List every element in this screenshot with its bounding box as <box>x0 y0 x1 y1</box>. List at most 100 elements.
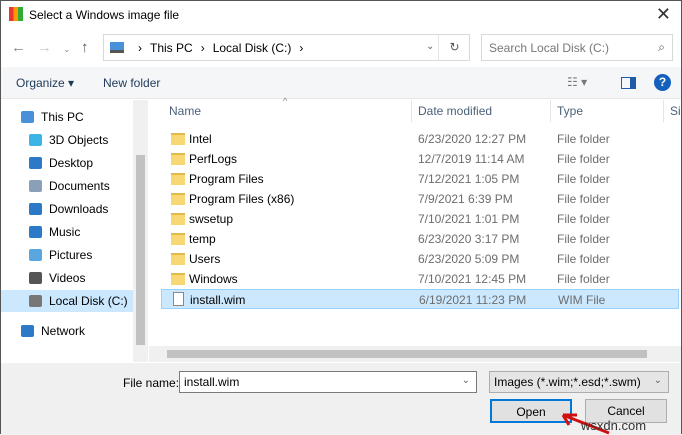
file-type: File folder <box>557 272 610 286</box>
search-input[interactable]: Search Local Disk (C:) ⌕ <box>481 34 673 61</box>
file-type: File folder <box>557 172 610 186</box>
file-type: File folder <box>557 132 610 146</box>
app-logo-icon <box>9 7 23 21</box>
file-type: File folder <box>557 252 610 266</box>
search-placeholder: Search Local Disk (C:) <box>489 41 610 55</box>
pc-icon <box>110 42 124 53</box>
file-name: Program Files <box>189 172 264 186</box>
sidebar-item[interactable]: Local Disk (C:) <box>1 290 133 312</box>
chevron-down-icon: ⌄ <box>653 375 662 386</box>
file-row[interactable]: install.wim 6/19/2021 11:23 PM WIM File <box>161 289 679 309</box>
file-name-label: File name: <box>123 376 180 390</box>
sidebar-item-icon <box>29 180 42 192</box>
file-type-select[interactable]: Images (*.wim;*.esd;*.swm) ⌄ <box>489 371 669 393</box>
breadcrumb-local-disk[interactable]: Local Disk (C:) <box>213 41 292 55</box>
file-icon <box>173 292 184 306</box>
sidebar-item[interactable]: Pictures <box>1 244 133 266</box>
sidebar-item-icon <box>29 226 42 238</box>
file-type-value: Images (*.wim;*.esd;*.swm) <box>494 375 641 389</box>
chevron-down-icon[interactable]: ⌄ <box>426 41 434 52</box>
folder-icon <box>171 273 185 285</box>
folder-icon <box>171 193 185 205</box>
sidebar-item-icon <box>29 272 42 284</box>
folder-icon <box>171 153 185 165</box>
up-icon[interactable]: ↑ <box>81 39 89 56</box>
sidebar-item-label: Music <box>49 225 81 239</box>
sidebar-item[interactable]: Downloads <box>1 198 133 220</box>
refresh-icon[interactable]: ↻ <box>438 35 470 60</box>
organize-button[interactable]: Organize ▾ <box>16 76 74 90</box>
recent-dropdown-icon[interactable]: ⌄ <box>63 44 71 55</box>
file-name-input[interactable]: install.wim ⌄ <box>179 371 477 393</box>
toolbar: Organize ▾ New folder ☷ ▾ ? <box>1 67 681 99</box>
file-row[interactable]: Windows 7/10/2021 12:45 PM File folder <box>161 269 679 289</box>
file-name-value: install.wim <box>184 375 240 389</box>
sidebar-item-label: Videos <box>49 271 86 285</box>
horizontal-scrollbar[interactable] <box>149 346 681 362</box>
sidebar-item-label: Documents <box>49 179 110 193</box>
sort-up-icon: ^ <box>283 96 288 106</box>
sidebar-item-label: This PC <box>41 110 84 124</box>
sidebar-item[interactable]: Network <box>1 320 133 342</box>
file-date: 12/7/2019 11:14 AM <box>418 152 525 166</box>
file-name: Program Files (x86) <box>189 192 295 206</box>
sidebar-scrollbar[interactable] <box>133 100 148 362</box>
view-options-icon[interactable]: ☷ ▾ <box>567 75 587 89</box>
sidebar-item[interactable]: This PC <box>1 106 133 128</box>
sidebar-item-label: Pictures <box>49 248 93 262</box>
sidebar-item-icon <box>21 111 34 123</box>
file-row[interactable]: temp 6/23/2020 3:17 PM File folder <box>161 229 679 249</box>
navigation-pane: This PC 3D Objects Desktop Documents Downloa… <box>1 100 148 362</box>
sidebar-item-icon <box>21 325 34 337</box>
column-name[interactable]: Name <box>169 104 201 118</box>
file-type: File folder <box>557 152 610 166</box>
file-row[interactable]: swsetup 7/10/2021 1:01 PM File folder <box>161 209 679 229</box>
file-date: 6/23/2020 5:09 PM <box>418 252 520 266</box>
column-size[interactable]: Si <box>670 104 681 118</box>
folder-icon <box>171 233 185 245</box>
preview-pane-icon[interactable] <box>621 77 636 89</box>
chevron-down-icon[interactable]: ⌄ <box>462 375 470 386</box>
sidebar-item-icon <box>29 157 42 169</box>
watermark: wsxdn.com <box>581 418 647 433</box>
column-date[interactable]: Date modified <box>418 104 492 118</box>
column-header: Name ^ Date modified Type Si <box>149 96 682 122</box>
address-bar[interactable]: › This PC › Local Disk (C:) › ⌄ ↻ <box>103 34 470 61</box>
file-row[interactable]: Users 6/23/2020 5:09 PM File folder <box>161 249 679 269</box>
back-icon[interactable]: ← <box>11 39 26 56</box>
sidebar-item[interactable]: Documents <box>1 175 133 197</box>
file-type: File folder <box>557 192 610 206</box>
sidebar-item-label: Desktop <box>49 156 94 170</box>
file-row[interactable]: PerfLogs 12/7/2019 11:14 AM File folder <box>161 149 679 169</box>
sidebar-item[interactable]: Desktop <box>1 152 133 174</box>
file-date: 7/12/2021 1:05 PM <box>418 172 520 186</box>
search-icon: ⌕ <box>658 40 665 54</box>
file-date: 7/10/2021 1:01 PM <box>418 212 520 226</box>
file-date: 6/19/2021 11:23 PM <box>419 293 527 307</box>
file-row[interactable]: Program Files (x86) 7/9/2021 6:39 PM Fil… <box>161 189 679 209</box>
sidebar-item[interactable]: 3D Objects <box>1 129 133 151</box>
breadcrumb-this-pc[interactable]: This PC <box>150 41 193 55</box>
file-row[interactable]: Intel 6/23/2020 12:27 PM File folder <box>161 129 679 149</box>
folder-icon <box>171 253 185 265</box>
file-type: File folder <box>557 232 610 246</box>
file-name: temp <box>189 232 216 246</box>
close-button[interactable]: ✕ <box>656 4 671 25</box>
forward-icon[interactable]: → <box>37 39 52 56</box>
sidebar-item-icon <box>29 134 42 146</box>
file-date: 7/10/2021 12:45 PM <box>418 272 527 286</box>
sidebar-item[interactable]: Music <box>1 221 133 243</box>
file-name: install.wim <box>190 293 246 307</box>
sidebar-item[interactable]: Videos <box>1 267 133 289</box>
file-row[interactable]: Program Files 7/12/2021 1:05 PM File fol… <box>161 169 679 189</box>
folder-icon <box>171 133 185 145</box>
help-icon[interactable]: ? <box>654 74 671 91</box>
sidebar-item-label: Local Disk (C:) <box>49 294 128 308</box>
file-date: 7/9/2021 6:39 PM <box>418 192 513 206</box>
column-type[interactable]: Type <box>557 104 583 118</box>
new-folder-button[interactable]: New folder <box>103 76 160 90</box>
sidebar-item-icon <box>29 203 42 215</box>
file-name: Users <box>189 252 221 266</box>
sidebar-item-label: Network <box>41 324 86 338</box>
folder-icon <box>171 173 185 185</box>
